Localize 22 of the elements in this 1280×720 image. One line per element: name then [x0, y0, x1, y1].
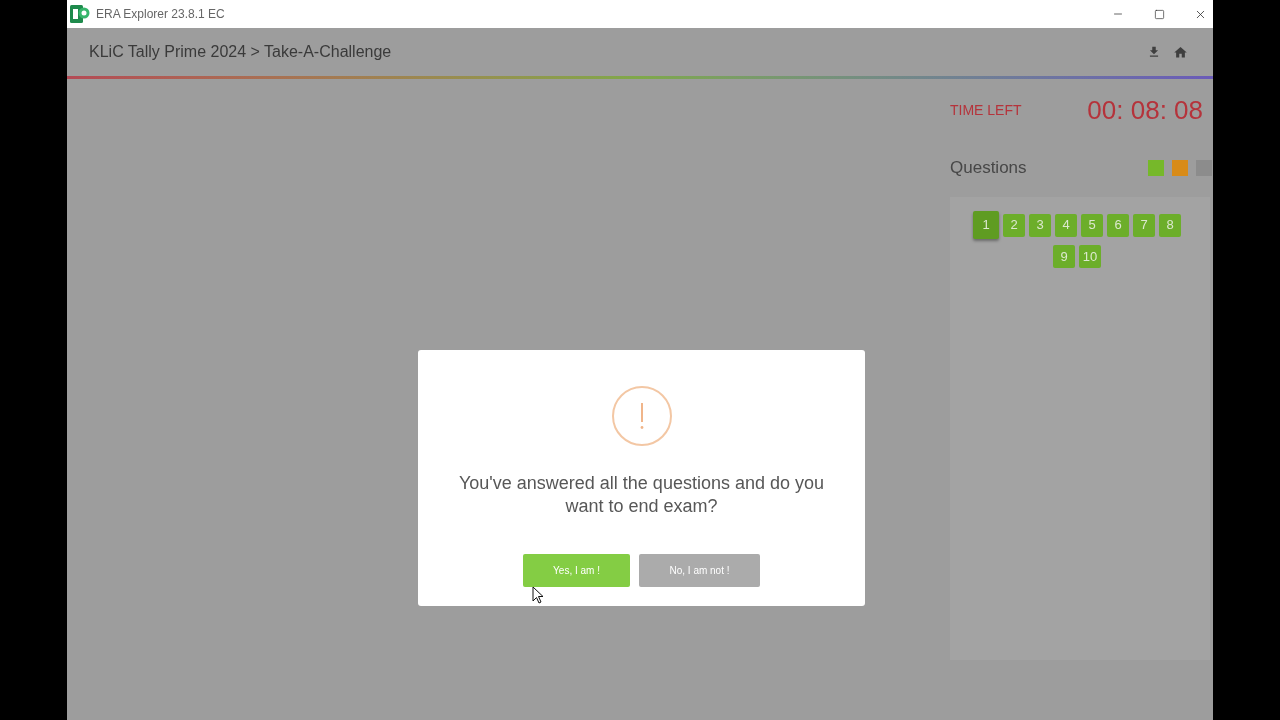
dialog-message: You've answered all the questions and do you want to end exam? [457, 472, 825, 518]
question-number-button[interactable]: 4 [1055, 213, 1077, 237]
question-number-button[interactable]: 9 [1053, 245, 1075, 268]
maximize-icon [1153, 8, 1165, 20]
question-number-button[interactable]: 6 [1107, 213, 1129, 237]
timer-value: 00: 08: 08 [1087, 93, 1203, 127]
time-left-label: TIME LEFT [950, 100, 1022, 120]
question-number-button[interactable]: 1 [973, 211, 999, 239]
question-number-button[interactable]: 10 [1079, 245, 1101, 268]
questions-heading: Questions [950, 156, 1027, 179]
warning-icon [611, 386, 672, 446]
app-logo-icon [70, 4, 90, 24]
question-number-button[interactable]: 2 [1003, 213, 1025, 237]
breadcrumb-text: KLiC Tally Prime 2024 > Take-A-Challenge [89, 42, 392, 62]
question-number-button[interactable]: 8 [1159, 213, 1181, 237]
window-title: ERA Explorer 23.8.1 EC [96, 6, 225, 23]
question-number-button[interactable]: 7 [1133, 213, 1155, 237]
download-icon[interactable] [1147, 45, 1161, 59]
home-icon[interactable] [1173, 44, 1188, 60]
question-number-button[interactable]: 5 [1081, 213, 1103, 237]
confirm-button[interactable]: Yes, I am ! [523, 554, 630, 587]
question-number-button[interactable]: 3 [1029, 213, 1051, 237]
